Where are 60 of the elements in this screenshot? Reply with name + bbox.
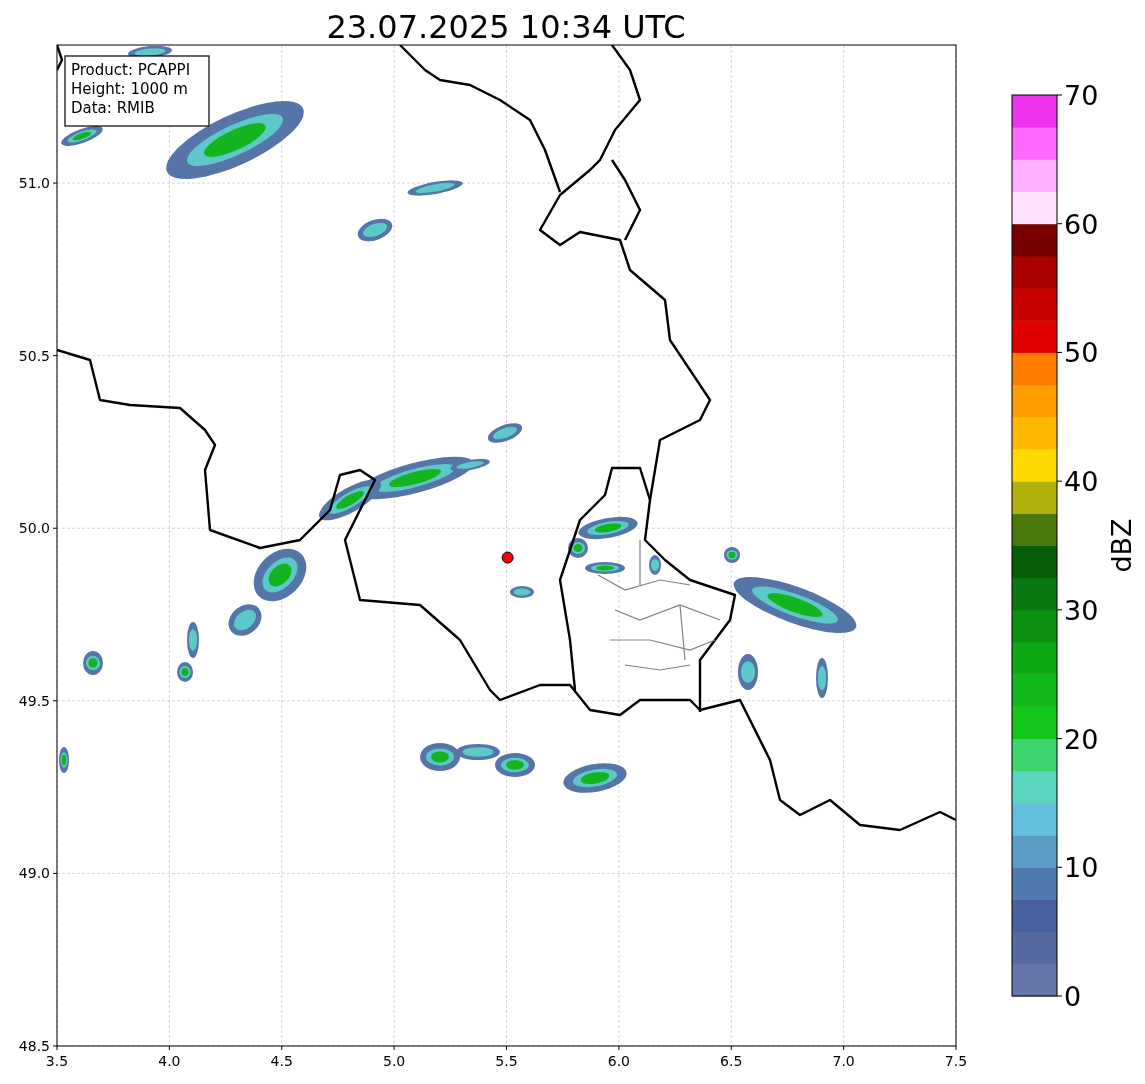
rain-echo bbox=[177, 662, 193, 682]
colorbar-tick-label: 30 bbox=[1064, 594, 1099, 626]
y-tick-mark bbox=[52, 355, 58, 357]
rain-echo bbox=[585, 562, 625, 574]
colorbar-tick-label: 50 bbox=[1064, 337, 1099, 369]
x-tick-mark bbox=[618, 1045, 620, 1051]
chart-title: 23.07.2025 10:34 UTC bbox=[326, 8, 686, 46]
x-tick-label: 5.0 bbox=[383, 1053, 406, 1069]
info-text: Product: PCAPPI bbox=[71, 61, 191, 79]
y-tick-mark bbox=[52, 872, 58, 874]
x-tick-mark bbox=[730, 1045, 732, 1051]
x-tick-mark bbox=[955, 1045, 957, 1051]
y-tick-label: 50.5 bbox=[18, 347, 50, 364]
y-tick-label: 49.5 bbox=[18, 692, 50, 709]
x-tick-label: 6.5 bbox=[720, 1053, 743, 1069]
colorbar-tick-label: 40 bbox=[1064, 466, 1099, 498]
x-tick-mark bbox=[168, 1045, 170, 1051]
x-tick-label: 6.0 bbox=[607, 1053, 630, 1069]
rain-echo bbox=[357, 218, 393, 242]
y-tick-mark bbox=[52, 527, 58, 529]
x-tick-mark bbox=[506, 1045, 507, 1051]
x-tick-label: 7.0 bbox=[832, 1053, 855, 1069]
rain-echo bbox=[59, 747, 69, 773]
x-tick-label: 4.5 bbox=[270, 1053, 293, 1069]
x-tick-label: 5.5 bbox=[495, 1053, 518, 1069]
y-tick-label: 51.0 bbox=[18, 175, 50, 192]
rain-echo bbox=[187, 622, 199, 658]
rain-echo bbox=[487, 423, 523, 443]
rain-echo bbox=[563, 763, 627, 793]
x-tick-mark bbox=[281, 1045, 283, 1051]
rain-echo bbox=[510, 586, 534, 598]
x-tick-label: 4.0 bbox=[158, 1053, 181, 1069]
x-tick-label: 3.5 bbox=[45, 1053, 69, 1069]
y-tick-mark bbox=[52, 182, 58, 184]
rain-echo bbox=[738, 654, 758, 690]
y-tick-mark bbox=[52, 700, 58, 702]
rain-echo bbox=[253, 548, 307, 602]
y-tick-label: 50.0 bbox=[18, 520, 50, 537]
y-tick-mark bbox=[52, 1045, 58, 1047]
x-tick-mark bbox=[393, 1045, 395, 1051]
x-tick-mark bbox=[843, 1045, 845, 1051]
rain-echo bbox=[407, 180, 463, 196]
colorbar-tick-label: 70 bbox=[1064, 80, 1099, 111]
rain-echo bbox=[228, 604, 262, 636]
rain-echo bbox=[649, 555, 661, 575]
x-tick-label: 7.5 bbox=[944, 1053, 968, 1069]
colorbar-tick-label: 10 bbox=[1064, 852, 1099, 884]
x-tick-mark bbox=[56, 1045, 58, 1051]
colorbar-tick-label: 60 bbox=[1064, 208, 1099, 240]
rain-echo bbox=[83, 651, 103, 675]
rain-echo bbox=[61, 126, 103, 146]
rain-echo bbox=[816, 658, 828, 698]
colorbar-tick-label: 0 bbox=[1064, 981, 1082, 1012]
info-text: Height: 1000 m bbox=[71, 80, 188, 98]
rain-echo bbox=[724, 547, 740, 563]
colorbar-tick-label: 20 bbox=[1064, 723, 1099, 755]
y-tick-label: 49.0 bbox=[18, 865, 50, 882]
info-text: Data: RMIB bbox=[71, 99, 155, 117]
colorbar-label: dBZ bbox=[1106, 518, 1137, 573]
y-tick-label: 48.5 bbox=[18, 1038, 50, 1054]
